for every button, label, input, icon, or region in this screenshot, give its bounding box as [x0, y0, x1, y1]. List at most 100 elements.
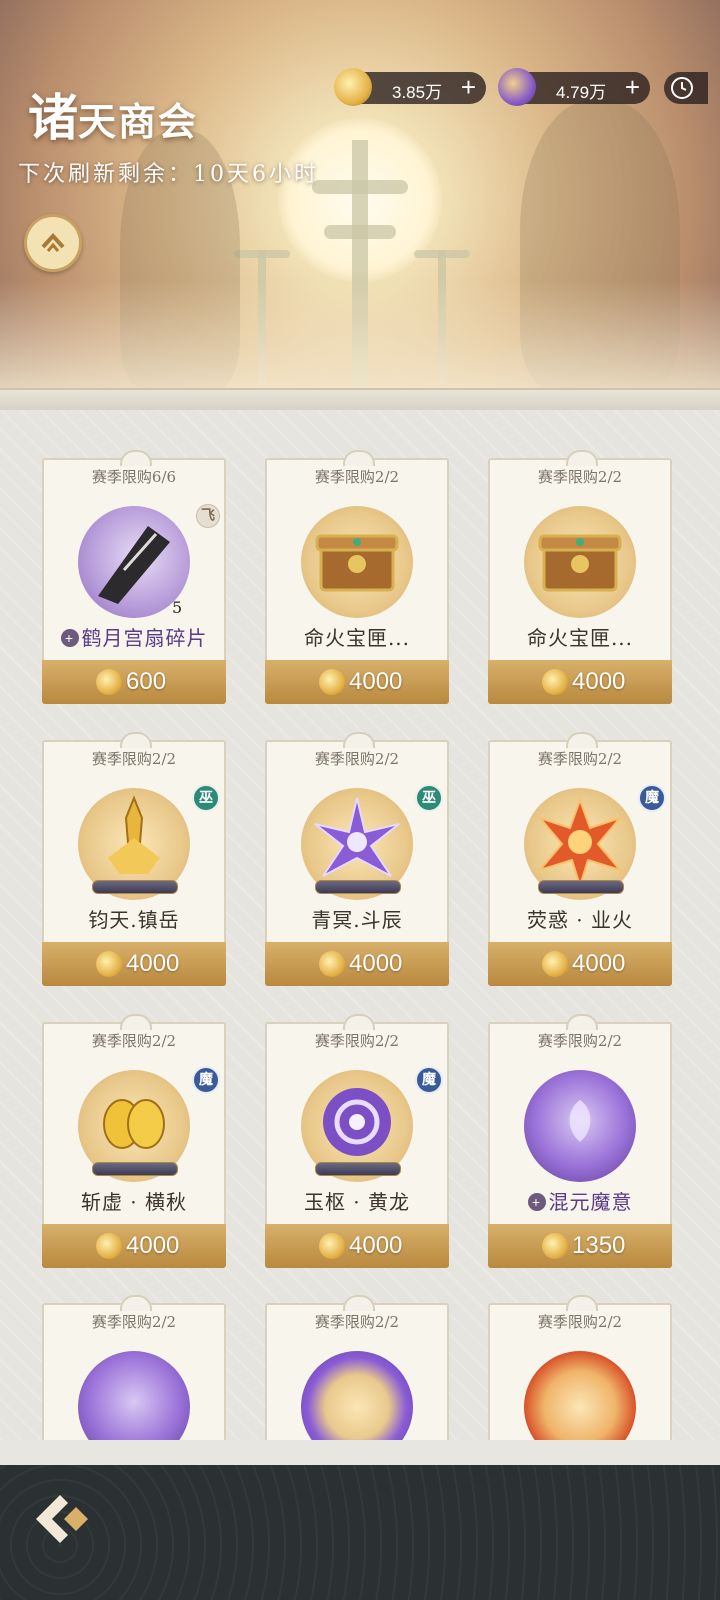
shop-item-card[interactable]: 赛季限购2/2 巫 青冥.斗辰 4000	[265, 732, 449, 986]
card-notch	[343, 732, 375, 748]
item-price: 600	[126, 668, 167, 695]
gold-coin-icon	[542, 951, 568, 977]
card-notch	[566, 450, 598, 466]
page-title-rest: 天商会	[78, 99, 199, 144]
back-button[interactable]	[30, 1487, 94, 1551]
gold-coin-icon	[96, 1233, 122, 1259]
item-price: 4000	[572, 950, 626, 977]
shop-item-card[interactable]: 赛季限购2/2	[265, 1295, 449, 1440]
item-name: 玉枢 · 黄龙	[303, 1190, 411, 1214]
purchase-limit: 赛季限购2/2	[91, 1313, 177, 1331]
pillar-cap	[234, 250, 290, 258]
shop-item-card[interactable]: 赛季限购2/2 魔 斩虚 · 横秋 4000	[42, 1014, 226, 1268]
clock-icon	[671, 77, 693, 99]
faction-badge: 飞	[196, 504, 220, 528]
history-button[interactable]	[664, 72, 708, 104]
scroll-base	[538, 880, 624, 894]
price-bar: 4000	[488, 942, 672, 986]
shop-item-card[interactable]: 赛季限购2/2 命火宝匣... 4000	[488, 450, 672, 704]
ticket-currency: 4.79万 +	[498, 68, 650, 106]
gold-coin-icon	[319, 951, 345, 977]
card-notch	[120, 732, 152, 748]
item-name: 命火宝匣...	[526, 626, 634, 650]
price-bar: 4000	[42, 1224, 226, 1268]
item-price: 4000	[126, 950, 180, 977]
gold-coin-icon	[96, 951, 122, 977]
scroll-base	[92, 880, 178, 894]
shop-item-card[interactable]: 赛季限购2/2	[488, 1295, 672, 1440]
scroll-base	[315, 880, 401, 894]
faction-badge: 魔	[638, 784, 666, 812]
price-bar: 600	[42, 660, 226, 704]
shop-item-card[interactable]: 赛季限购2/2	[42, 1295, 226, 1440]
purchase-limit: 赛季限购2/2	[91, 750, 177, 768]
gold-coin-icon	[334, 68, 372, 106]
shop-item-card[interactable]: 赛季限购2/2 命火宝匣... 4000	[265, 450, 449, 704]
collapse-button[interactable]	[24, 214, 82, 272]
item-name: 荧惑 · 业火	[526, 908, 634, 932]
shop-item-card[interactable]: 赛季限购2/2 巫 钧天.镇岳 4000	[42, 732, 226, 986]
add-coin-button[interactable]: +	[461, 73, 476, 101]
purple-lotus-orb-icon	[524, 1070, 636, 1182]
item-price: 4000	[572, 668, 626, 695]
item-price: 4000	[349, 668, 403, 695]
scroll-base	[92, 1162, 178, 1176]
header-divider	[0, 388, 720, 411]
scroll-base	[315, 1162, 401, 1176]
page-title-first: 诸	[28, 88, 78, 147]
page-title: 诸天商会	[28, 78, 198, 150]
gold-coin-icon	[542, 1233, 568, 1259]
add-ticket-button[interactable]: +	[625, 73, 640, 101]
purchase-limit: 赛季限购6/6	[91, 468, 177, 486]
item-price: 4000	[126, 1232, 180, 1259]
treasure-chest-icon	[301, 506, 413, 618]
refresh-timer: 下次刷新剩余：10天6小时	[18, 156, 319, 188]
ticket-amount: 4.79万	[556, 83, 607, 102]
shop-item-card[interactable]: 赛季限购2/2 魔 荧惑 · 业火 4000	[488, 732, 672, 986]
card-notch	[566, 1295, 598, 1311]
gold-coin-icon	[96, 669, 122, 695]
purchase-limit: 赛季限购2/2	[91, 1032, 177, 1050]
card-notch	[120, 450, 152, 466]
shop-item-card[interactable]: 赛季限购2/2 + 混元魔意 1350	[488, 1014, 672, 1268]
gold-coin-icon	[319, 669, 345, 695]
price-bar: 4000	[265, 942, 449, 986]
plus-icon: +	[60, 629, 79, 647]
chevron-up-icon	[41, 233, 65, 252]
item-price: 4000	[349, 1232, 403, 1259]
treasure-chest-icon	[524, 506, 636, 618]
card-notch	[566, 1014, 598, 1030]
purchase-limit: 赛季限购2/2	[537, 1032, 623, 1050]
price-bar: 4000	[265, 660, 449, 704]
shop-item-grid: 赛季限购6/6 飞 5 + 鹤月宫扇碎片 600 赛季限购2/2 命火宝匣... …	[0, 410, 720, 1440]
item-name: 青冥.斗辰	[311, 908, 403, 932]
pillar-cap	[414, 250, 470, 258]
header-glow	[0, 280, 720, 400]
shop-item-card[interactable]: 赛季限购2/2 魔 玉枢 · 黄龙 4000	[265, 1014, 449, 1268]
card-notch	[343, 1295, 375, 1311]
card-notch	[566, 732, 598, 748]
item-name: 命火宝匣...	[303, 626, 411, 650]
purchase-limit: 赛季限购2/2	[537, 468, 623, 486]
refresh-time: 10天6小时	[193, 162, 320, 187]
coin-currency: 3.85万 +	[334, 68, 486, 106]
pagoda-tier	[312, 180, 408, 194]
purchase-limit: 赛季限购2/2	[314, 1032, 400, 1050]
item-name: + 混元魔意	[488, 1186, 672, 1215]
card-notch	[120, 1295, 152, 1311]
purchase-limit: 赛季限购2/2	[314, 468, 400, 486]
back-arrow-icon	[36, 1495, 88, 1543]
refresh-label: 下次刷新剩余：	[18, 162, 194, 187]
item-name-text: 鹤月宫扇碎片	[81, 626, 208, 650]
price-bar: 4000	[42, 942, 226, 986]
card-notch	[343, 1014, 375, 1030]
shop-item-card[interactable]: 赛季限购6/6 飞 5 + 鹤月宫扇碎片 600	[42, 450, 226, 704]
purple-ticket-icon	[498, 68, 536, 106]
item-name: 斩虚 · 横秋	[80, 1190, 188, 1214]
card-notch	[120, 1014, 152, 1030]
faction-badge: 巫	[415, 784, 443, 812]
price-bar: 4000	[265, 1224, 449, 1268]
price-bar: 4000	[488, 660, 672, 704]
item-price: 4000	[349, 950, 403, 977]
shop-header-banner: 诸天商会 下次刷新剩余：10天6小时 3.85万 + 4.79万 +	[0, 0, 720, 400]
